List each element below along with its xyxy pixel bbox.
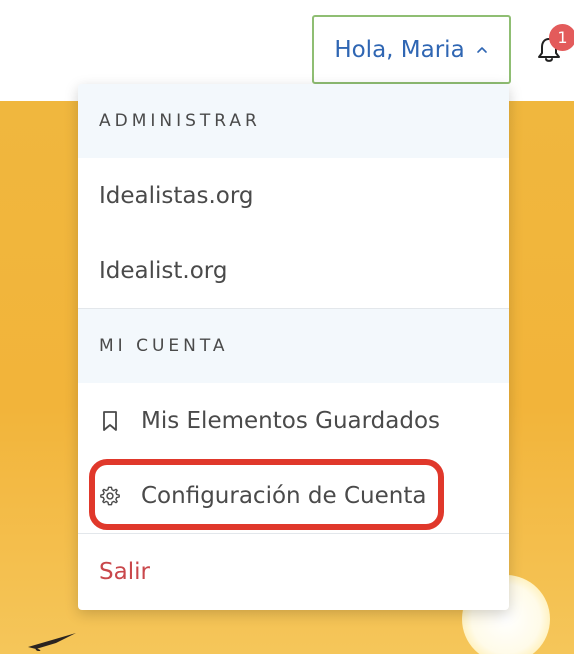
user-dropdown-menu: ADMINISTRAR Idealistas.org Idealist.org … <box>78 84 509 610</box>
section-heading-administrar: ADMINISTRAR <box>78 84 509 158</box>
user-menu-button[interactable]: Hola, Maria <box>312 15 511 84</box>
user-greeting: Hola, Maria <box>334 36 465 63</box>
bookmark-icon <box>103 410 117 431</box>
menu-item-saved-items[interactable]: Mis Elementos Guardados <box>78 383 509 458</box>
notification-badge: 1 <box>549 24 574 51</box>
gear-icon <box>100 486 120 505</box>
menu-item-label: Configuración de Cuenta <box>141 482 427 509</box>
chevron-up-icon <box>476 46 487 53</box>
logout-link[interactable]: Salir <box>78 534 509 609</box>
menu-item-idealist[interactable]: Idealist.org <box>78 233 509 308</box>
kite-graphic <box>28 633 76 651</box>
section-heading-mi-cuenta: MI CUENTA <box>78 309 509 383</box>
menu-item-account-settings[interactable]: Configuración de Cuenta <box>78 458 509 533</box>
menu-item-idealistas[interactable]: Idealistas.org <box>78 158 509 233</box>
menu-item-label: Mis Elementos Guardados <box>141 407 441 434</box>
